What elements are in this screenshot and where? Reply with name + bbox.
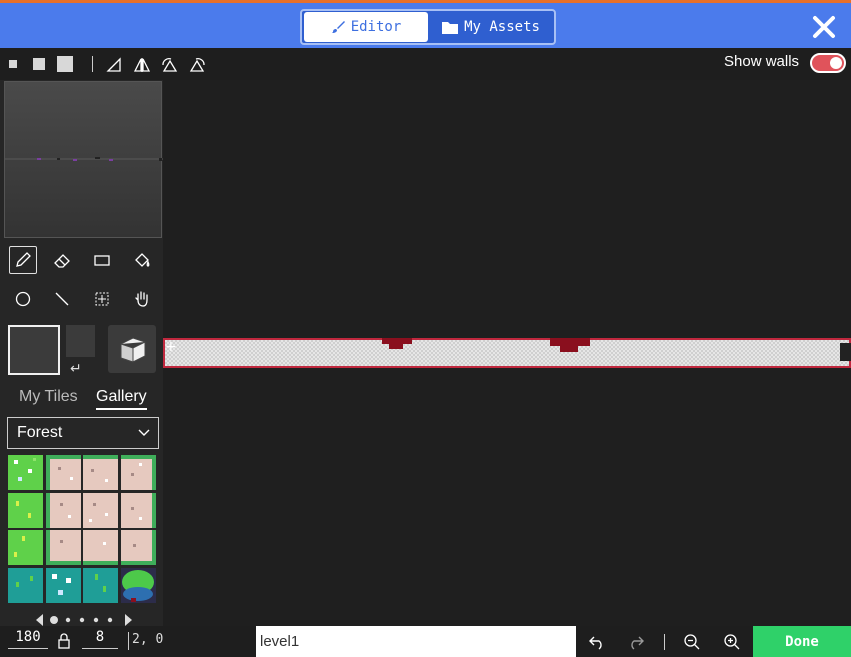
- wall-tile-button[interactable]: [108, 325, 156, 373]
- tab-editor[interactable]: Editor: [304, 12, 428, 42]
- pan-hand-icon: [135, 291, 148, 307]
- medium-square-icon[interactable]: [33, 58, 45, 70]
- rotate-ccw-icon[interactable]: [161, 57, 179, 73]
- flip-horizontal-icon[interactable]: [106, 57, 124, 73]
- mode-tabs: Editor My Assets: [300, 9, 556, 45]
- secondary-tile-swatch[interactable]: [66, 325, 95, 357]
- tile-dirt-left[interactable]: [46, 493, 81, 528]
- pencil-tool[interactable]: [9, 246, 37, 274]
- zoom-out-icon[interactable]: [681, 631, 703, 653]
- level-tilemap[interactable]: [163, 338, 851, 368]
- sidebar: ↵ My Tiles Gallery Forest: [0, 80, 163, 626]
- line-tool[interactable]: [48, 285, 76, 313]
- tile-teal-flowers[interactable]: [46, 568, 81, 603]
- eraser-icon: [54, 254, 70, 268]
- tile-dirt-bottom-right[interactable]: [121, 530, 156, 565]
- status-divider: [128, 632, 129, 650]
- wall-block-icon: [120, 337, 146, 363]
- status-bar: 180 8 2, 0 Done: [0, 626, 851, 657]
- close-icon[interactable]: [811, 14, 837, 40]
- tileset-select[interactable]: Forest: [7, 417, 159, 449]
- pan-tool[interactable]: [128, 285, 156, 313]
- dark-tile: [840, 343, 851, 361]
- fill-bucket-icon: [135, 253, 150, 267]
- toolbar-divider: [92, 56, 93, 72]
- minimap[interactable]: [4, 81, 163, 238]
- tab-my-assets[interactable]: My Assets: [430, 12, 552, 42]
- cursor-coordinates: 2, 0: [132, 632, 164, 647]
- paintbrush-icon: [331, 21, 345, 33]
- folder-icon: [442, 21, 459, 34]
- show-walls-label: Show walls: [724, 53, 800, 70]
- undo-icon[interactable]: [586, 631, 608, 653]
- level-height-input[interactable]: 8: [82, 629, 118, 649]
- tile-dirt-bottom[interactable]: [83, 530, 118, 565]
- level-canvas[interactable]: +: [163, 80, 851, 626]
- tab-my-assets-label: My Assets: [464, 19, 540, 35]
- zoom-in-icon[interactable]: [721, 631, 743, 653]
- tile-palette: [8, 455, 158, 605]
- status-divider: [664, 634, 665, 650]
- show-walls-toggle[interactable]: [810, 53, 846, 73]
- tile-bush[interactable]: [121, 568, 156, 603]
- brush-toolbar: Show walls: [0, 48, 851, 80]
- tile-dirt-right[interactable]: [121, 493, 156, 528]
- rectangle-tool[interactable]: [88, 246, 116, 274]
- circle-tool[interactable]: [9, 285, 37, 313]
- marquee-tool[interactable]: [88, 285, 116, 313]
- tile-teal-tufts[interactable]: [83, 568, 118, 603]
- tile-teal-grass[interactable]: [8, 568, 43, 603]
- wall-tile-cluster: [389, 344, 403, 349]
- swap-tiles-icon[interactable]: ↵: [70, 361, 82, 377]
- eraser-tool[interactable]: [48, 246, 76, 274]
- tile-grass-flowers[interactable]: [8, 455, 43, 490]
- wall-tile-cluster: [560, 346, 578, 352]
- redo-icon[interactable]: [625, 631, 647, 653]
- lock-icon[interactable]: [57, 632, 71, 650]
- tile-grass-tufts[interactable]: [8, 493, 43, 528]
- tile-grass-tufts-alt[interactable]: [8, 530, 43, 565]
- fill-bucket-tool[interactable]: [128, 246, 156, 274]
- toggle-knob: [830, 57, 842, 69]
- primary-tile-swatch[interactable]: [8, 325, 60, 375]
- tile-dirt-top[interactable]: [83, 455, 118, 490]
- editor-header: Editor My Assets: [0, 0, 851, 48]
- pencil-icon: [16, 252, 31, 267]
- line-icon: [55, 292, 69, 306]
- tile-dirt-center[interactable]: [83, 493, 118, 528]
- chevron-down-icon: [138, 429, 150, 436]
- crosshair-cursor-icon: +: [165, 339, 177, 355]
- rectangle-icon: [94, 255, 110, 266]
- rotate-cw-icon[interactable]: [188, 57, 206, 73]
- tile-dirt-bottom-left[interactable]: [46, 530, 81, 565]
- large-square-icon[interactable]: [57, 56, 73, 72]
- flip-vertical-icon[interactable]: [133, 57, 151, 73]
- level-width-input[interactable]: 180: [8, 629, 48, 649]
- tile-dirt-top-right[interactable]: [121, 455, 156, 490]
- wall-tile-cluster: [550, 338, 590, 346]
- circle-icon: [15, 291, 31, 307]
- done-button[interactable]: Done: [753, 626, 851, 657]
- tile-dirt-top-left[interactable]: [46, 455, 81, 490]
- tile-pager[interactable]: [34, 613, 134, 627]
- tab-gallery[interactable]: Gallery: [96, 388, 147, 410]
- level-name-input[interactable]: [256, 626, 576, 657]
- tileset-select-value: Forest: [17, 424, 63, 441]
- tab-my-tiles[interactable]: My Tiles: [19, 388, 78, 406]
- tab-editor-label: Editor: [350, 19, 402, 35]
- marquee-icon: [95, 292, 109, 306]
- small-square-icon[interactable]: [9, 60, 17, 68]
